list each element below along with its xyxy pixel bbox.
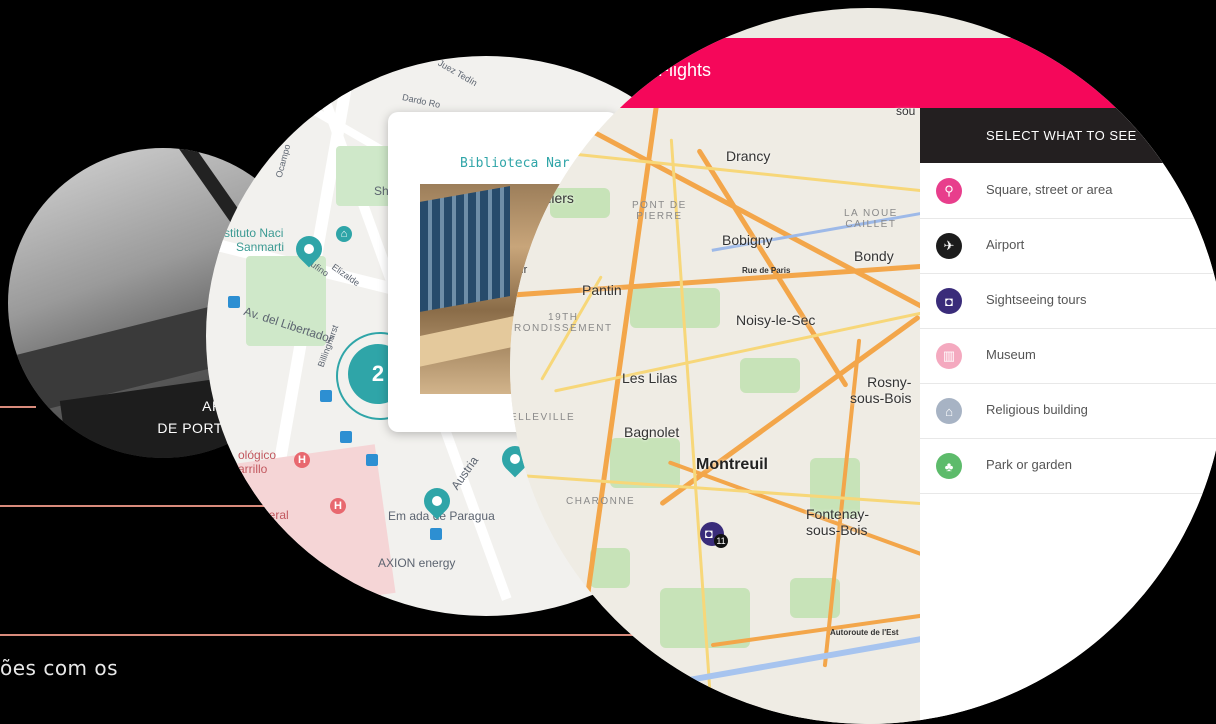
airplane-icon: ✈ bbox=[936, 233, 962, 259]
bus-stop-icon bbox=[366, 454, 378, 466]
map-label-drancy: Drancy bbox=[726, 148, 771, 164]
map-label-autoroute: Autoroute de l'Est bbox=[830, 628, 899, 637]
app-header: Flights bbox=[510, 38, 1216, 108]
category-item-park[interactable]: ♣ Park or garden bbox=[920, 439, 1216, 494]
balloon-icon: ⚲ bbox=[936, 178, 962, 204]
category-item-religious[interactable]: ⌂ Religious building bbox=[920, 384, 1216, 439]
category-label: Religious building bbox=[986, 402, 1088, 417]
hospital-icon: ⌂ bbox=[336, 226, 352, 242]
category-label: Park or garden bbox=[986, 457, 1072, 472]
bus-stop-icon bbox=[282, 121, 294, 133]
map-label-noisy: Noisy-le-Sec bbox=[736, 312, 816, 328]
header-title[interactable]: Flights bbox=[658, 60, 711, 81]
map-label-rue-de-paris: Rue de Paris bbox=[742, 266, 791, 275]
map-label-bagnolet: Bagnolet bbox=[624, 424, 680, 440]
map-label-fontenay: Fontenay- sous-Bois bbox=[806, 506, 870, 538]
bus-stop-icon bbox=[320, 390, 332, 402]
map-label-tino: tino... bbox=[246, 522, 276, 536]
map-label-arrillo: arrillo bbox=[238, 462, 268, 476]
map-label-rosny: Rosny- sous-Bois bbox=[850, 374, 912, 406]
map-label-ocampo: Ocampo bbox=[273, 143, 293, 179]
map-label-bobigny: Bobigny bbox=[722, 232, 773, 248]
map-label-pont-de-pierre: PONT DE PIERRE bbox=[632, 200, 687, 222]
category-label: Square, street or area bbox=[986, 182, 1113, 197]
map-label-ologico: ológico bbox=[238, 448, 277, 462]
map-label-euve: euve bbox=[550, 128, 581, 144]
category-label: Airport bbox=[986, 237, 1025, 252]
category-item-museum[interactable]: ▥ Museum bbox=[920, 329, 1216, 384]
tree-icon: ♣ bbox=[936, 453, 962, 479]
map-label-juez-tedin: Juez Tedín bbox=[436, 57, 479, 89]
hospital-icon: H bbox=[294, 452, 310, 468]
marker-count-badge: 11 bbox=[714, 534, 728, 548]
hospital-icon: H bbox=[330, 498, 346, 514]
app-circle: euve Drancy illiers PONT DE PIERRE LA NO… bbox=[510, 8, 1216, 724]
bus-stop-icon bbox=[228, 296, 240, 308]
category-item-airport[interactable]: ✈ Airport bbox=[920, 219, 1216, 274]
category-label: Sightseeing tours bbox=[986, 292, 1087, 307]
map-label-axion: AXION energy bbox=[378, 556, 456, 570]
map-label-villiers: illiers bbox=[542, 190, 574, 206]
map-label-pantin: Pantin bbox=[582, 282, 622, 298]
map-label-bondy: Bondy bbox=[854, 248, 894, 264]
category-panel: SELECT WHAT TO SEE ⚲ Square, street or a… bbox=[920, 108, 1216, 724]
bus-stop-icon bbox=[340, 431, 352, 443]
bus-stop-icon bbox=[430, 528, 442, 540]
camera-icon: ◘ bbox=[705, 526, 713, 541]
map-label-instituto: stituto Naci bbox=[224, 226, 284, 240]
map-label-sh: Sh bbox=[374, 184, 389, 198]
paris-map[interactable]: euve Drancy illiers PONT DE PIERRE LA NO… bbox=[510, 108, 920, 724]
museum-icon: ▥ bbox=[936, 343, 962, 369]
map-label-dardo-rocha: Dardo Ro bbox=[401, 92, 442, 110]
map-label-sur: sur bbox=[512, 264, 528, 276]
category-item-square[interactable]: ⚲ Square, street or area bbox=[920, 164, 1216, 219]
panel-title: SELECT WHAT TO SEE bbox=[986, 128, 1137, 143]
category-item-sightseeing[interactable]: ◘ Sightseeing tours bbox=[920, 274, 1216, 329]
map-label-la-noue: LA NOUE CAILLET bbox=[844, 208, 898, 230]
map-label-montreuil: Montreuil bbox=[696, 456, 768, 473]
map-label-belleville: ELLEVILLE bbox=[510, 412, 576, 423]
panel-header: SELECT WHAT TO SEE bbox=[920, 108, 1216, 163]
map-label-sanmartin: Sanmarti bbox=[236, 240, 285, 254]
camera-icon: ◘ bbox=[936, 288, 962, 314]
map-label-general: General bbox=[246, 508, 289, 522]
category-label: Museum bbox=[986, 347, 1036, 362]
map-label-sou: sou bbox=[896, 104, 916, 118]
map-label-19th: 19TH RONDISSEMENT bbox=[514, 312, 613, 334]
map-label-charonne: CHARONNE bbox=[566, 496, 636, 507]
body-text: ões com os bbox=[0, 656, 119, 680]
map-label-les-lilas: Les Lilas bbox=[622, 370, 678, 386]
sightseeing-marker[interactable]: ◘ 11 bbox=[700, 522, 728, 548]
church-icon: ⌂ bbox=[936, 398, 962, 424]
